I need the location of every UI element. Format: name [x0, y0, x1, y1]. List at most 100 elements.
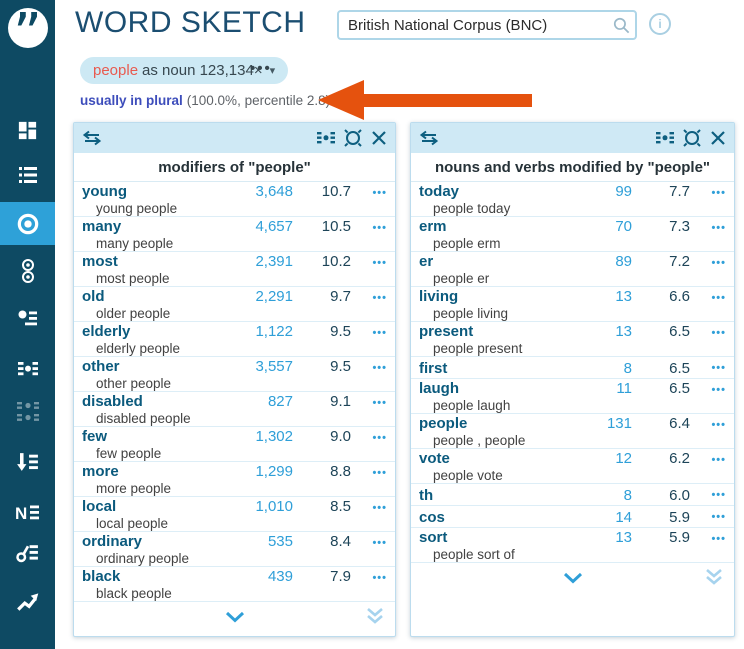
search-icon[interactable] [607, 16, 635, 35]
row-menu-button[interactable]: ••• [690, 257, 726, 269]
collocate-frequency[interactable]: 131 [562, 415, 632, 432]
collocate-word[interactable]: few [82, 428, 223, 445]
focus-circle-icon[interactable] [344, 129, 362, 147]
collocate-word[interactable]: more [82, 463, 223, 480]
collocate-frequency[interactable]: 8 [562, 360, 632, 377]
collocate-word[interactable]: present [419, 323, 562, 340]
row-menu-button[interactable]: ••• [690, 327, 726, 339]
collocate-frequency[interactable]: 4,657 [223, 218, 293, 235]
info-icon[interactable]: i [649, 13, 671, 35]
sidebar-item-word-list[interactable] [0, 155, 55, 195]
collocate-word[interactable]: sort [419, 529, 562, 546]
sidebar-item-thesaurus[interactable] [0, 251, 55, 291]
sidebar-item-word-sketch-grid[interactable] [0, 349, 55, 389]
collocate-frequency[interactable]: 1,122 [223, 323, 293, 340]
collocate-word[interactable]: elderly [82, 323, 223, 340]
sidebar-item-dashboard[interactable] [0, 110, 55, 150]
swap-arrows-icon[interactable] [82, 130, 102, 146]
double-chevron-down-icon[interactable] [365, 607, 385, 630]
collocate-frequency[interactable]: 3,648 [223, 183, 293, 200]
collocate-frequency[interactable]: 1,302 [223, 428, 293, 445]
collocate-word[interactable]: most [82, 253, 223, 270]
row-menu-button[interactable]: ••• [351, 537, 387, 549]
collocate-word[interactable]: many [82, 218, 223, 235]
collocate-frequency[interactable]: 13 [562, 323, 632, 340]
collocate-frequency[interactable]: 535 [223, 533, 293, 550]
collocate-word[interactable]: er [419, 253, 562, 270]
chevron-down-icon[interactable] [224, 610, 246, 628]
sketch-engine-logo[interactable]: ” [0, 0, 55, 55]
query-menu-button[interactable]: ••• [250, 60, 272, 77]
collocate-word[interactable]: ordinary [82, 533, 223, 550]
collocate-frequency[interactable]: 1,299 [223, 463, 293, 480]
chevron-down-icon[interactable] [562, 571, 584, 589]
row-menu-button[interactable]: ••• [690, 454, 726, 466]
row-menu-button[interactable]: ••• [351, 432, 387, 444]
collocate-frequency[interactable]: 13 [562, 529, 632, 546]
row-menu-button[interactable]: ••• [690, 292, 726, 304]
row-menu-button[interactable]: ••• [690, 222, 726, 234]
collocate-word[interactable]: living [419, 288, 562, 305]
sidebar-item-frequency-list[interactable] [0, 442, 55, 482]
row-menu-button[interactable]: ••• [690, 489, 726, 501]
sidebar-item-concordance[interactable] [0, 299, 55, 339]
double-chevron-down-icon[interactable] [704, 568, 724, 591]
collocate-frequency[interactable]: 2,291 [223, 288, 293, 305]
collocate-word[interactable]: young [82, 183, 223, 200]
collocate-frequency[interactable]: 99 [562, 183, 632, 200]
collocate-frequency[interactable]: 11 [562, 380, 632, 397]
row-menu-button[interactable]: ••• [351, 572, 387, 584]
collocate-word[interactable]: erm [419, 218, 562, 235]
row-menu-button[interactable]: ••• [351, 222, 387, 234]
collocate-frequency[interactable]: 12 [562, 450, 632, 467]
focus-circle-icon[interactable] [683, 129, 701, 147]
collocate-word[interactable]: vote [419, 450, 562, 467]
close-icon[interactable] [710, 130, 726, 146]
swap-arrows-icon[interactable] [419, 130, 439, 146]
collocate-word[interactable]: old [82, 288, 223, 305]
row-menu-button[interactable]: ••• [351, 502, 387, 514]
collocate-word[interactable]: other [82, 358, 223, 375]
row-menu-button[interactable]: ••• [351, 397, 387, 409]
row-menu-button[interactable]: ••• [690, 511, 726, 523]
row-menu-button[interactable]: ••• [351, 257, 387, 269]
row-menu-button[interactable]: ••• [351, 327, 387, 339]
corpus-input[interactable] [339, 17, 607, 34]
collocate-word[interactable]: laugh [419, 380, 562, 397]
sidebar-item-keywords[interactable] [0, 532, 55, 572]
collocate-frequency[interactable]: 13 [562, 288, 632, 305]
collocate-frequency[interactable]: 1,010 [223, 498, 293, 515]
collocate-frequency[interactable]: 89 [562, 253, 632, 270]
collocate-frequency[interactable]: 827 [223, 393, 293, 410]
collocate-frequency[interactable]: 8 [562, 487, 632, 504]
sidebar-item-word-sketch-difference[interactable] [0, 393, 55, 433]
row-menu-button[interactable]: ••• [351, 467, 387, 479]
row-menu-button[interactable]: ••• [351, 362, 387, 374]
row-menu-button[interactable]: ••• [690, 384, 726, 396]
usually-in-plural-link[interactable]: usually in plural [80, 93, 183, 108]
row-menu-button[interactable]: ••• [690, 419, 726, 431]
collocate-word[interactable]: th [419, 487, 562, 504]
collocate-frequency[interactable]: 439 [223, 568, 293, 585]
collocate-frequency[interactable]: 70 [562, 218, 632, 235]
row-menu-button[interactable]: ••• [690, 362, 726, 374]
collocate-word[interactable]: disabled [82, 393, 223, 410]
collocate-frequency[interactable]: 14 [562, 509, 632, 526]
word-sketch-grid-icon[interactable] [656, 129, 674, 147]
collocate-frequency[interactable]: 2,391 [223, 253, 293, 270]
sidebar-item-word-sketch[interactable] [0, 202, 55, 245]
word-sketch-grid-icon[interactable] [317, 129, 335, 147]
sidebar-item-trends[interactable] [0, 582, 55, 622]
collocate-word[interactable]: today [419, 183, 562, 200]
sidebar-item-n-grams[interactable]: N [0, 493, 55, 533]
collocate-word[interactable]: cos [419, 509, 562, 526]
collocate-word[interactable]: local [82, 498, 223, 515]
row-menu-button[interactable]: ••• [690, 187, 726, 199]
collocate-word[interactable]: black [82, 568, 223, 585]
collocate-frequency[interactable]: 3,557 [223, 358, 293, 375]
row-menu-button[interactable]: ••• [690, 533, 726, 545]
collocate-word[interactable]: people [419, 415, 562, 432]
corpus-selector[interactable] [337, 10, 637, 40]
close-icon[interactable] [371, 130, 387, 146]
collocate-word[interactable]: first [419, 360, 562, 377]
